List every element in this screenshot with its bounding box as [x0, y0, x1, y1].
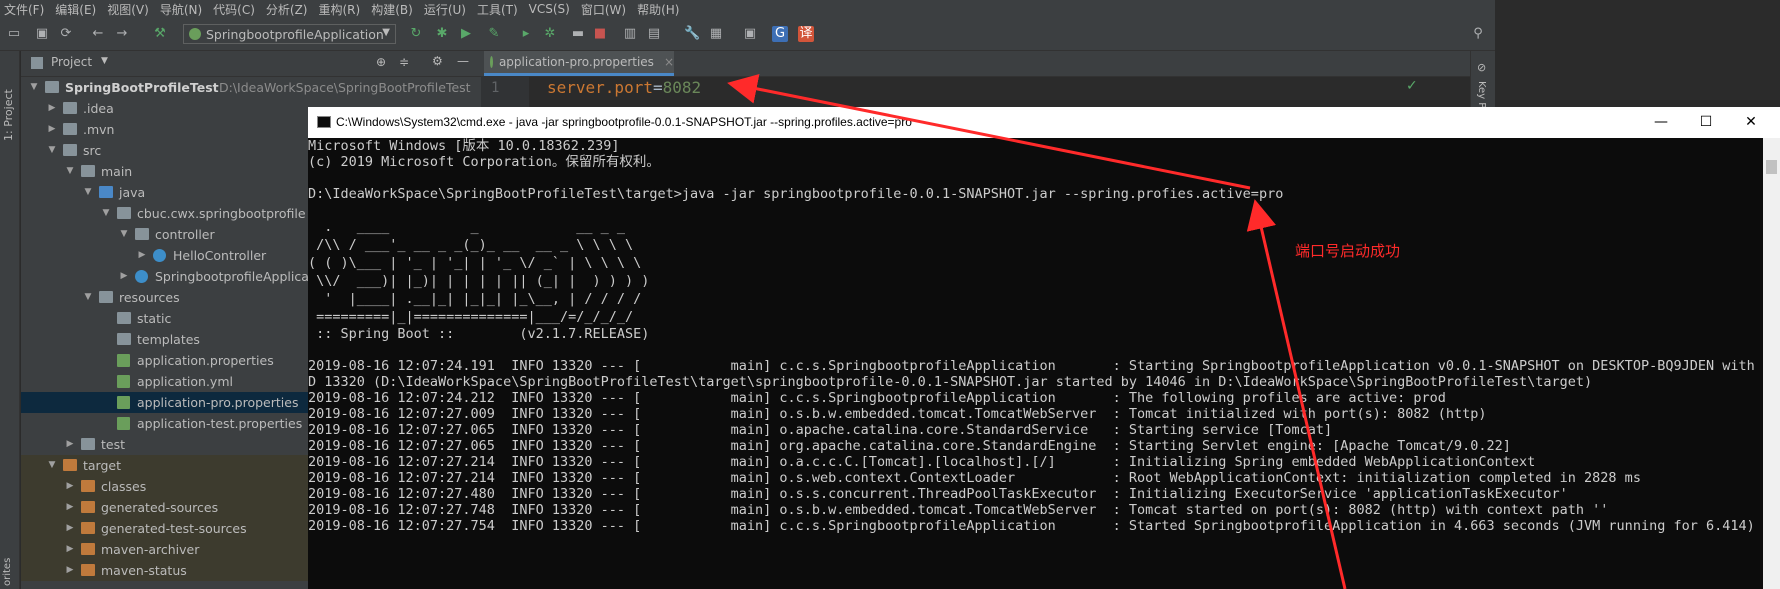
arrow-to-profile	[1246, 199, 1347, 589]
arrow-to-port	[727, 74, 1251, 190]
annotation-arrows	[727, 74, 1347, 589]
